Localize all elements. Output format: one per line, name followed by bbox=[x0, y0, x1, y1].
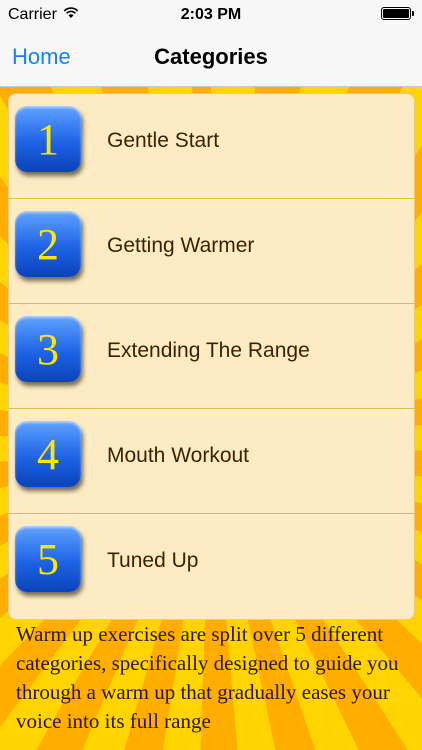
description-text: Warm up exercises are split over 5 diffe… bbox=[16, 622, 399, 733]
number-four-icon: 4 bbox=[15, 421, 81, 487]
status-bar: Carrier 2:03 PM bbox=[0, 0, 422, 30]
category-row-2[interactable]: 2 Getting Warmer bbox=[9, 199, 414, 304]
category-row-4[interactable]: 4 Mouth Workout bbox=[9, 409, 414, 514]
navigation-bar: Home Categories bbox=[0, 30, 422, 87]
category-row-5[interactable]: 5 Tuned Up bbox=[9, 514, 414, 619]
category-label: Tuned Up bbox=[107, 549, 199, 572]
category-label: Gentle Start bbox=[107, 129, 220, 152]
category-label: Mouth Workout bbox=[107, 444, 250, 467]
page-title: Categories bbox=[154, 44, 268, 69]
category-label: Extending The Range bbox=[107, 339, 310, 362]
number-one-icon: 1 bbox=[15, 106, 81, 172]
categories-list: 1 Gentle Start 2 Getting Warmer 3 Extend… bbox=[8, 93, 415, 620]
category-row-1[interactable]: 1 Gentle Start bbox=[9, 94, 414, 199]
category-row-3[interactable]: 3 Extending The Range bbox=[9, 304, 414, 409]
number-five-icon: 5 bbox=[15, 526, 81, 592]
number-two-icon: 2 bbox=[15, 211, 81, 277]
battery-icon bbox=[381, 7, 414, 20]
status-time: 2:03 PM bbox=[180, 6, 242, 23]
number-three-icon: 3 bbox=[15, 316, 81, 382]
category-label: Getting Warmer bbox=[107, 234, 255, 257]
